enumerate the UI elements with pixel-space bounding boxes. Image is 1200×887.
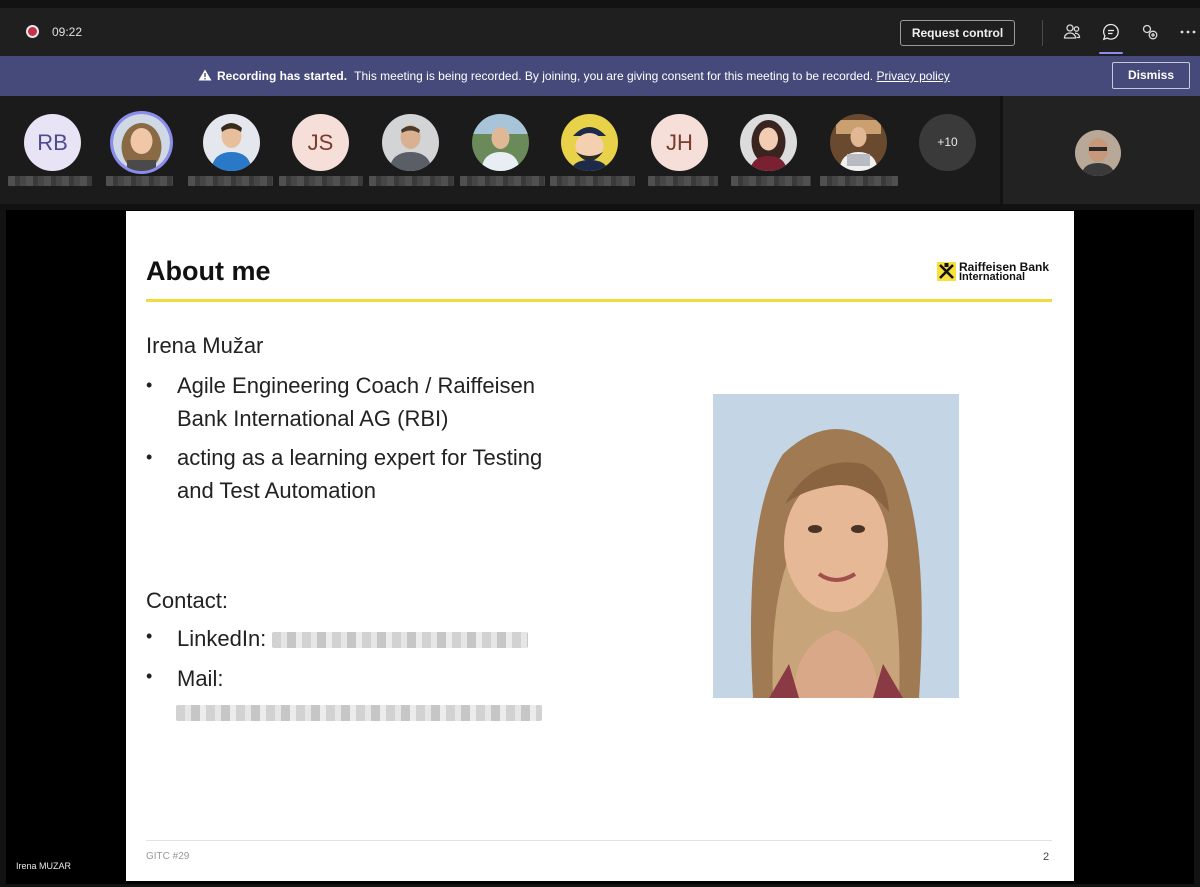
recording-banner: Recording has started. This meeting is b… [0, 56, 1200, 96]
linkedin-label: LinkedIn: [177, 626, 267, 651]
mail-label: Mail: [177, 666, 224, 691]
warning-icon [198, 69, 212, 81]
chat-icon[interactable] [1101, 22, 1121, 42]
participant-avatar[interactable]: RB [24, 114, 81, 171]
mail-value-redacted [176, 705, 542, 724]
linkedin-value-redacted [272, 632, 529, 648]
participant-avatar[interactable] [740, 114, 797, 171]
slide-page-number: 2 [1043, 851, 1050, 863]
participant-avatar[interactable]: JH [651, 114, 708, 171]
more-participants-button[interactable]: +10 [919, 114, 976, 171]
title-underline [146, 299, 1052, 302]
participant-name-redacted [550, 176, 635, 186]
request-control-button[interactable]: Request control [900, 20, 1015, 46]
banner-message-row: Recording has started. This meeting is b… [198, 69, 950, 83]
more-icon[interactable] [1178, 22, 1198, 42]
privacy-policy-link[interactable]: Privacy policy [876, 69, 949, 83]
presenter-name-label: Irena MUZAR [16, 861, 72, 871]
participant-avatar[interactable] [113, 114, 170, 171]
participant-name-redacted [369, 176, 454, 186]
participant-name-redacted [460, 176, 545, 186]
logo-text-line2: International [959, 271, 1026, 283]
banner-message: This meeting is being recorded. By joini… [354, 69, 874, 83]
footer-divider [146, 840, 1052, 841]
participant-avatar[interactable] [472, 114, 529, 171]
participant-avatar[interactable] [561, 114, 618, 171]
participant-name-redacted [648, 176, 718, 186]
linkedin-row: • LinkedIn: [146, 626, 529, 652]
bio-bullet-list: Agile Engineering Coach / Raiffeisen Ban… [146, 369, 566, 513]
participant-name-redacted [731, 176, 811, 186]
slide-title: About me [146, 256, 271, 286]
apps-icon[interactable] [1140, 22, 1160, 42]
presenter-photo [713, 394, 959, 698]
participant-name-redacted [8, 176, 92, 186]
participant-avatar[interactable] [830, 114, 887, 171]
participant-avatar[interactable] [203, 114, 260, 171]
participant-avatar[interactable]: JS [292, 114, 349, 171]
participant-name-redacted [279, 176, 363, 186]
bio-bullet: acting as a learning expert for Testing … [146, 441, 566, 507]
recording-indicator-icon [26, 25, 39, 38]
people-icon[interactable] [1062, 22, 1082, 42]
participant-name-redacted [820, 176, 898, 186]
presenter-full-name: Irena Mužar [146, 333, 264, 358]
raiffeisen-logo: Raiffeisen Bank International [937, 260, 1057, 284]
raiffeisen-mark-icon [937, 262, 956, 281]
banner-title: Recording has started. [217, 69, 348, 83]
self-avatar[interactable] [1075, 130, 1121, 176]
mail-row: • Mail: [146, 666, 224, 691]
participant-avatar[interactable] [382, 114, 439, 171]
bio-bullet: Agile Engineering Coach / Raiffeisen Ban… [146, 369, 566, 435]
contact-heading: Contact: [146, 588, 228, 613]
meeting-window: 09:22 Request control Recording has star… [0, 0, 1200, 887]
active-tab-indicator [1099, 52, 1123, 54]
toolbar-divider [1042, 20, 1043, 46]
participant-name-redacted [188, 176, 273, 186]
slide-footer-event: GITC #29 [146, 851, 190, 862]
presentation-slide: About me Raiffeisen Bank International I… [126, 211, 1074, 881]
meeting-top-bar: 09:22 Request control [0, 8, 1200, 56]
meeting-timer: 09:22 [52, 25, 83, 39]
participant-name-redacted [106, 176, 173, 186]
participants-strip: RB JS JH +10 [0, 96, 1000, 204]
dismiss-button[interactable]: Dismiss [1112, 62, 1190, 89]
